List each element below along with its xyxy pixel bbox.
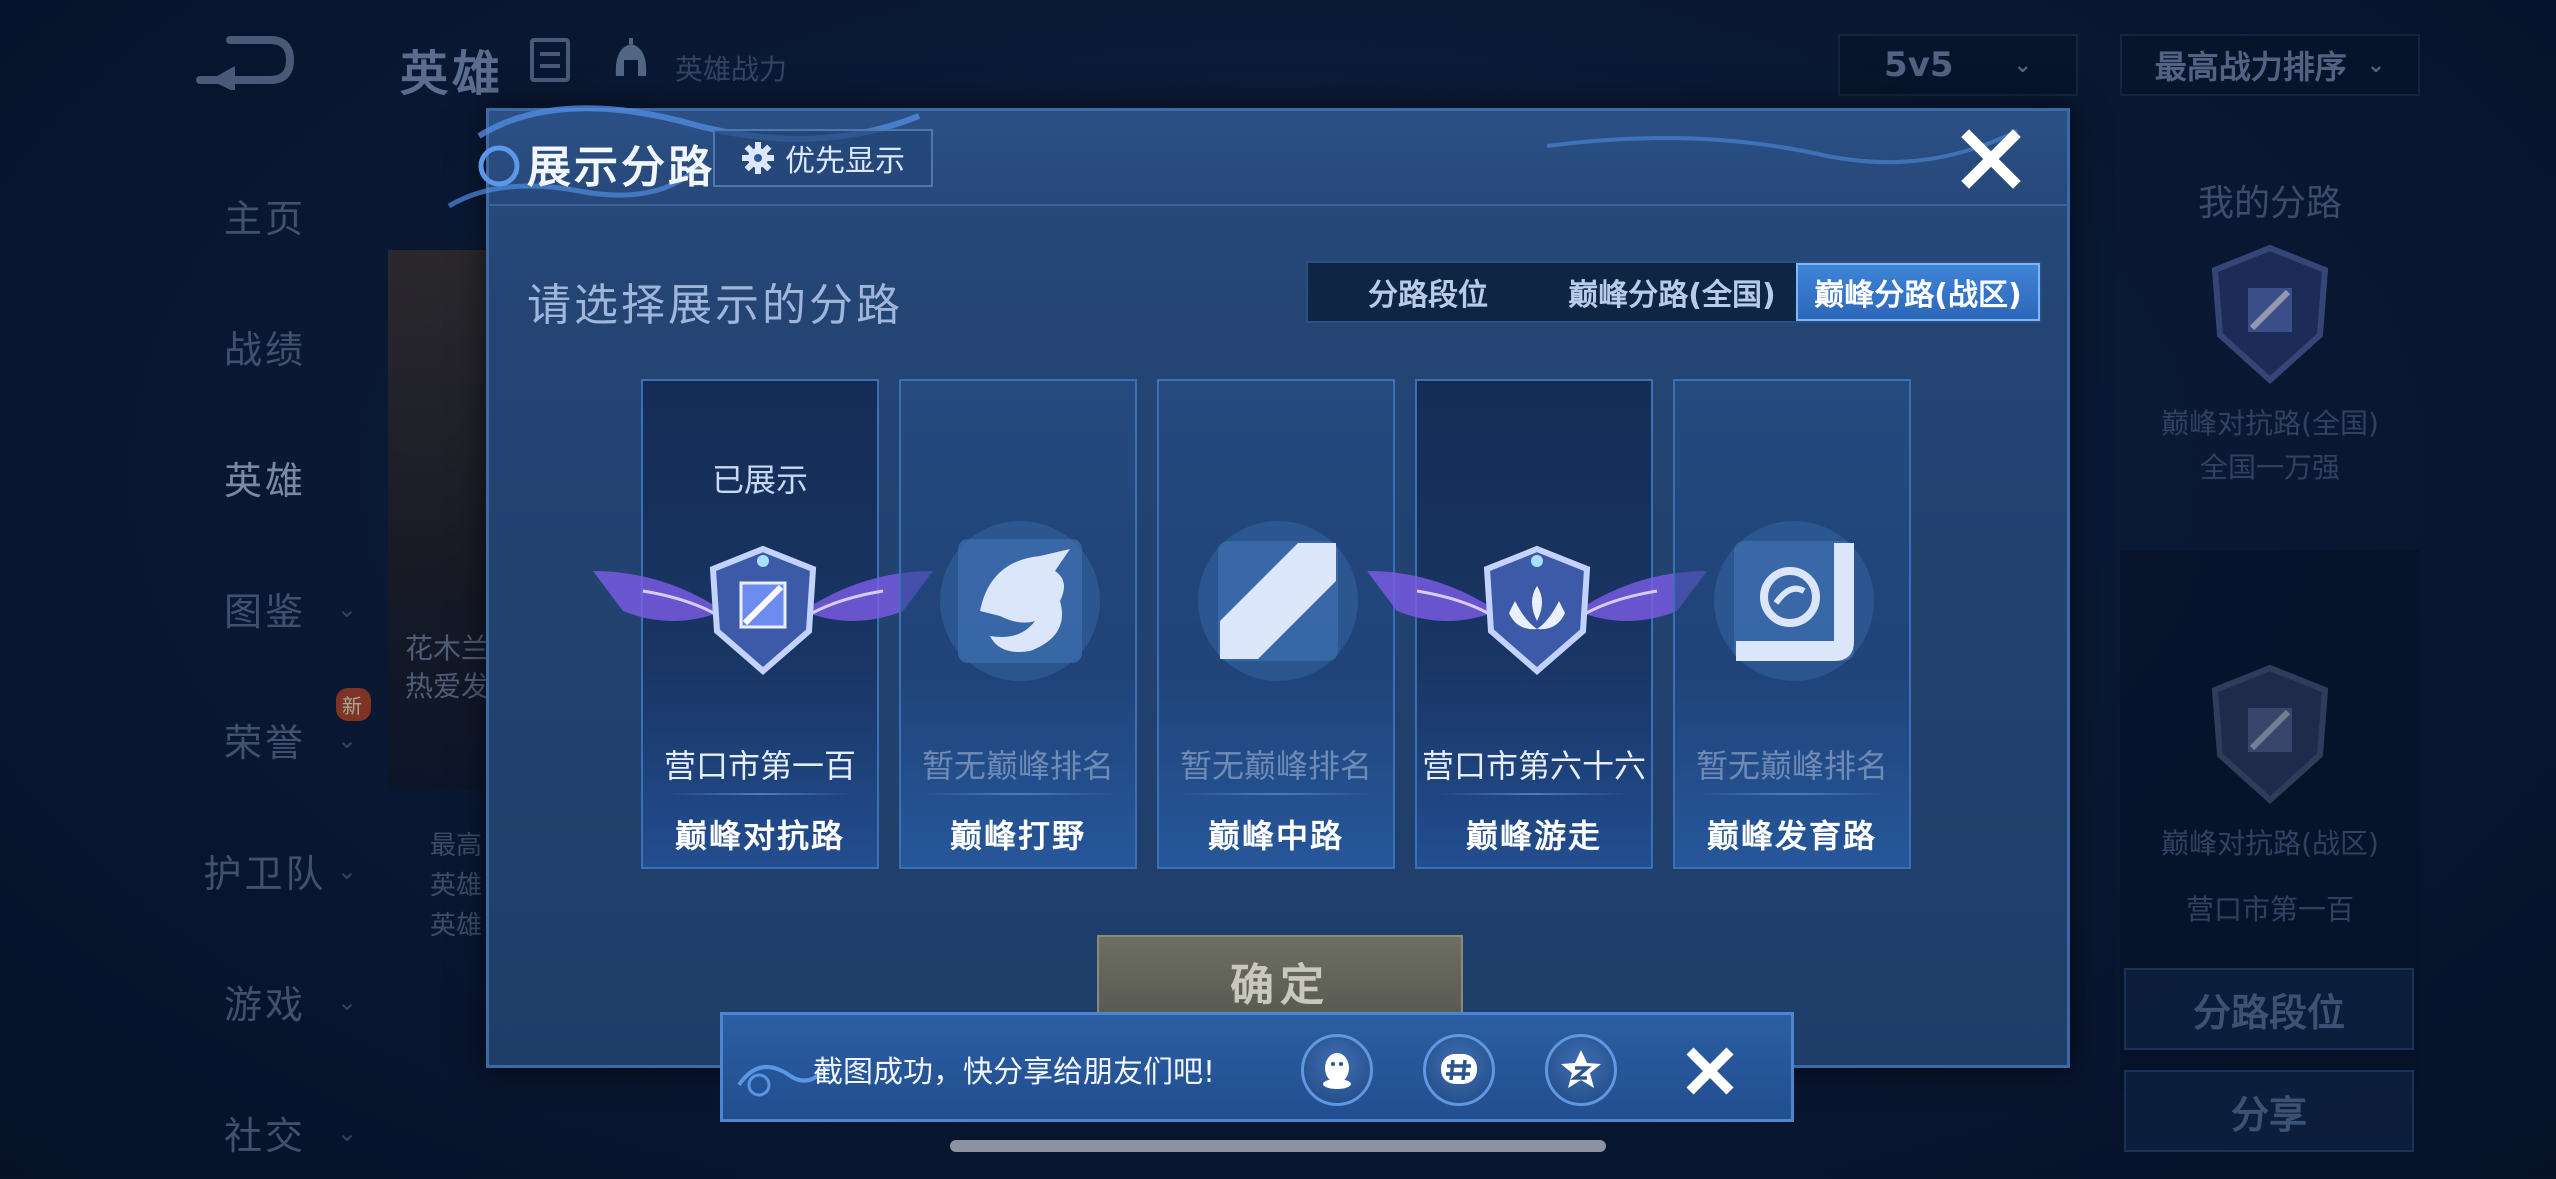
lane-display-dialog: 展示分路 优先显示 请选择展示的分路 分路段位 巅峰分路(全国) 巅峰分路(战区…: [447, 105, 2070, 1068]
lane-divider: [665, 793, 855, 795]
lane-rank: 营口市第六十六: [1421, 747, 1646, 785]
lane-status: 已展示: [711, 461, 808, 499]
jungle-dragon-icon: [940, 521, 1100, 681]
lane-divider: [1697, 793, 1887, 795]
mid-lane-icon: [1198, 521, 1358, 681]
lane-list: 已展示 营口市第一百 巅峰对抗路 暂无巅峰排名 巅峰打野 暂无巅峰排名 巅峰中路…: [593, 379, 1921, 871]
top-lane-winged-icon: [593, 545, 933, 675]
lane-card-support[interactable]: 营口市第六十六 巅峰游走: [1367, 379, 1707, 869]
lane-name: 巅峰发育路: [1706, 817, 1877, 855]
lane-divider: [1439, 793, 1629, 795]
tab-lane-rank[interactable]: 分路段位: [1308, 263, 1548, 321]
lane-name: 巅峰打野: [949, 817, 1086, 855]
lane-rank: 暂无巅峰排名: [921, 747, 1114, 785]
screenshot-share-toast: 截图成功，快分享给朋友们吧!: [720, 1012, 1794, 1122]
qq-icon: [1323, 1053, 1351, 1089]
tab-peak-region[interactable]: 巅峰分路(战区): [1796, 263, 2040, 321]
lane-rank: 营口市第一百: [663, 747, 856, 785]
lane-name: 巅峰对抗路: [674, 817, 845, 855]
lane-card-top[interactable]: 已展示 营口市第一百 巅峰对抗路: [593, 379, 933, 869]
home-indicator[interactable]: [950, 1140, 1606, 1152]
close-icon[interactable]: [1959, 127, 2023, 191]
tab-peak-national[interactable]: 巅峰分路(全国): [1548, 263, 1796, 321]
lane-rank: 暂无巅峰排名: [1695, 747, 1888, 785]
bot-lane-icon: [1714, 521, 1874, 681]
priority-display-label: 优先显示: [785, 144, 905, 179]
close-icon[interactable]: [1678, 1039, 1742, 1103]
lane-divider: [1181, 793, 1371, 795]
qzone-icon: [1561, 1050, 1601, 1088]
toast-message: 截图成功，快分享给朋友们吧!: [813, 1055, 1216, 1090]
priority-display-button[interactable]: 优先显示: [713, 129, 933, 187]
lane-name: 巅峰中路: [1207, 817, 1344, 855]
qq-share-button[interactable]: [1301, 1034, 1373, 1106]
wechat-moments-icon: [1441, 1054, 1477, 1084]
lane-card-jungle[interactable]: 暂无巅峰排名 巅峰打野: [899, 379, 1137, 869]
lane-name: 巅峰游走: [1465, 817, 1602, 855]
select-lane-prompt: 请选择展示的分路: [527, 280, 903, 331]
dialog-title: 展示分路: [527, 142, 715, 193]
gear-icon: [742, 142, 774, 174]
lane-type-tabs: 分路段位 巅峰分路(全国) 巅峰分路(战区): [1306, 261, 2042, 323]
lane-rank: 暂无巅峰排名: [1179, 747, 1372, 785]
cloud-swirl-decoration: [1547, 129, 2018, 165]
support-winged-icon: [1367, 545, 1707, 675]
lane-divider: [923, 793, 1113, 795]
qzone-share-button[interactable]: [1545, 1034, 1617, 1106]
lane-card-bot[interactable]: 暂无巅峰排名 巅峰发育路: [1673, 379, 1911, 869]
wechat-moments-share-button[interactable]: [1423, 1034, 1495, 1106]
